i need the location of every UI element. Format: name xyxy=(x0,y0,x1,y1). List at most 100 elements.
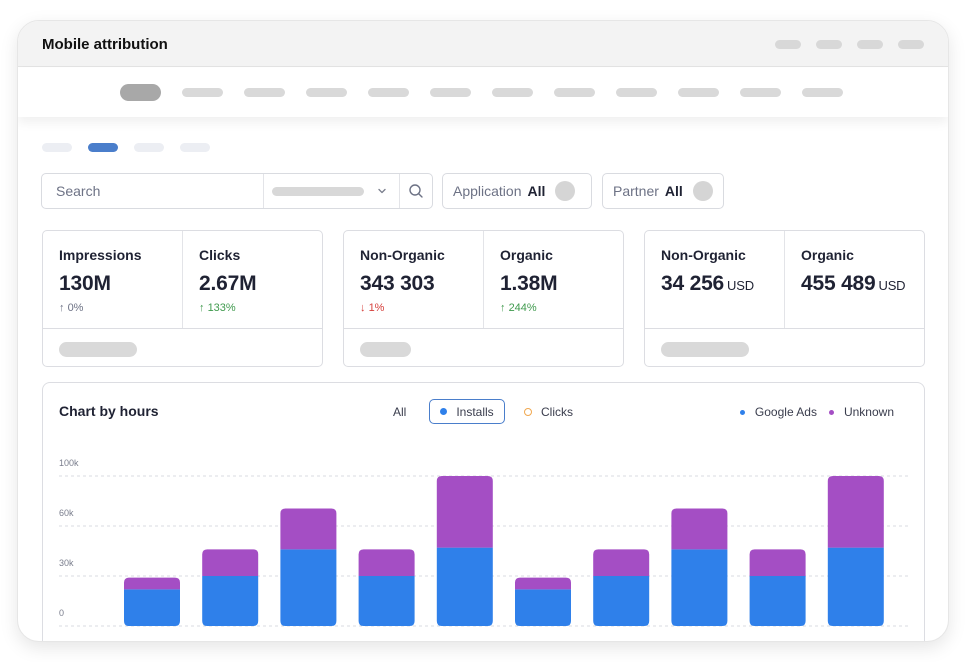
app-window: Mobile attribution Search Application Al… xyxy=(17,20,949,642)
y-tick-label: 60k xyxy=(59,508,74,518)
partner-filter[interactable]: Partner All xyxy=(602,173,724,209)
metric-card-revenue: Non-Organic 34 256 USD Organic 455 489 USD xyxy=(644,230,925,367)
metric-delta: ↑ 244% xyxy=(500,302,537,314)
window-control-placeholder[interactable] xyxy=(816,40,842,49)
sub-tab-active[interactable] xyxy=(88,143,118,152)
nav-item[interactable] xyxy=(554,88,595,97)
nav-item[interactable] xyxy=(616,88,657,97)
bar-segment-unknown[interactable] xyxy=(358,549,415,576)
y-tick-label: 100k xyxy=(59,458,79,468)
window-title: Mobile attribution xyxy=(42,36,168,53)
bar-segment-google-ads[interactable] xyxy=(358,576,415,626)
bar-segment-unknown[interactable] xyxy=(202,549,259,576)
arrow-up-icon: ↑ xyxy=(199,302,205,314)
sub-tab[interactable] xyxy=(134,143,164,152)
bar-segment-unknown[interactable] xyxy=(593,549,650,576)
window-controls xyxy=(775,40,924,49)
bar-segment-google-ads[interactable] xyxy=(749,576,806,626)
metric-value: 1.38M xyxy=(500,272,558,295)
metric-label: Non-Organic xyxy=(661,247,746,263)
sub-tab[interactable] xyxy=(42,143,72,152)
metric-value: 130M xyxy=(59,272,111,295)
stacked-bar-chart: 0 30k 60k 100k xyxy=(59,458,910,627)
dropdown-value-placeholder xyxy=(272,186,364,196)
metric-non-organic-revenue: Non-Organic 34 256 USD xyxy=(645,231,784,328)
bar-segment-google-ads[interactable] xyxy=(671,549,728,626)
bar-segment-unknown[interactable] xyxy=(124,577,180,590)
bar-segment-google-ads[interactable] xyxy=(593,576,650,626)
search-scope-dropdown[interactable] xyxy=(264,174,400,208)
y-tick-label: 0 xyxy=(59,608,64,618)
arrow-up-icon: ↑ xyxy=(59,302,65,314)
metric-label: Impressions xyxy=(59,247,142,263)
top-navigation xyxy=(18,68,948,117)
filter-avatar-icon xyxy=(692,181,713,201)
bar-segment-google-ads[interactable] xyxy=(202,576,259,626)
metric-card-traffic: Impressions 130M ↑ 0% Clicks 2.67M ↑ 133… xyxy=(42,230,323,367)
metric-label: Organic xyxy=(801,247,854,263)
metric-non-organic: Non-Organic 343 303 ↓ 1% xyxy=(344,231,483,328)
window-control-placeholder[interactable] xyxy=(775,40,801,49)
chart-card: Chart by hours All Installs Clicks Googl… xyxy=(42,382,925,641)
nav-item[interactable] xyxy=(740,88,781,97)
metric-organic-revenue: Organic 455 489 USD xyxy=(784,231,924,328)
metric-delta: ↓ 1% xyxy=(360,302,385,314)
bar-segment-google-ads[interactable] xyxy=(280,549,337,626)
sub-tabs xyxy=(42,143,210,152)
nav-item[interactable] xyxy=(182,88,223,97)
metric-label: Clicks xyxy=(199,247,241,263)
metric-impressions: Impressions 130M ↑ 0% xyxy=(43,231,182,328)
filter-label: Application xyxy=(453,183,522,199)
nav-item-active[interactable] xyxy=(120,84,161,101)
nav-item[interactable] xyxy=(430,88,471,97)
bar-segment-google-ads[interactable] xyxy=(827,547,884,626)
nav-item[interactable] xyxy=(244,88,285,97)
nav-item[interactable] xyxy=(368,88,409,97)
filter-value: All xyxy=(527,183,546,199)
bar-segment-unknown[interactable] xyxy=(436,476,493,548)
search-button[interactable] xyxy=(400,174,432,208)
metric-clicks: Clicks 2.67M ↑ 133% xyxy=(182,231,322,328)
metric-value: 343 303 xyxy=(360,272,435,295)
search-icon xyxy=(409,184,423,198)
filter-label: Partner xyxy=(613,183,659,199)
metric-label: Non-Organic xyxy=(360,247,445,263)
bar-segment-unknown[interactable] xyxy=(515,577,571,590)
bar-segment-google-ads[interactable] xyxy=(515,589,571,626)
nav-item[interactable] xyxy=(678,88,719,97)
metric-delta: ↑ 0% xyxy=(59,302,84,314)
window-control-placeholder[interactable] xyxy=(857,40,883,49)
search-bar xyxy=(41,173,433,209)
card-footer-link-placeholder[interactable] xyxy=(360,342,411,357)
nav-item[interactable] xyxy=(306,88,347,97)
nav-item[interactable] xyxy=(492,88,533,97)
window-control-placeholder[interactable] xyxy=(898,40,924,49)
metric-label: Organic xyxy=(500,247,553,263)
chevron-down-icon xyxy=(378,188,386,194)
currency-unit: USD xyxy=(727,278,754,293)
metric-delta: ↑ 133% xyxy=(199,302,236,314)
metric-organic: Organic 1.38M ↑ 244% xyxy=(483,231,623,328)
metric-value: 2.67M xyxy=(199,272,257,295)
arrow-up-icon: ↑ xyxy=(500,302,506,314)
arrow-down-icon: ↓ xyxy=(360,302,366,314)
card-footer-link-placeholder[interactable] xyxy=(661,342,749,357)
bar-segment-unknown[interactable] xyxy=(671,508,728,550)
filter-value: All xyxy=(664,183,683,199)
currency-unit: USD xyxy=(878,278,906,293)
sub-tab[interactable] xyxy=(180,143,210,152)
bar-segment-unknown[interactable] xyxy=(827,476,884,548)
bar-segment-google-ads[interactable] xyxy=(124,589,180,626)
y-tick-label: 30k xyxy=(59,558,74,568)
metric-value: 455 489 USD xyxy=(801,272,906,295)
bar-segment-unknown[interactable] xyxy=(280,508,337,550)
metric-card-installs: Non-Organic 343 303 ↓ 1% Organic 1.38M ↑… xyxy=(343,230,624,367)
nav-item[interactable] xyxy=(802,88,843,97)
search-input[interactable] xyxy=(42,174,264,208)
application-filter[interactable]: Application All xyxy=(442,173,592,209)
bar-segment-unknown[interactable] xyxy=(749,549,806,576)
title-bar: Mobile attribution xyxy=(18,21,948,67)
bar-segment-google-ads[interactable] xyxy=(436,547,493,626)
filter-avatar-icon xyxy=(555,181,576,201)
card-footer-link-placeholder[interactable] xyxy=(59,342,137,357)
